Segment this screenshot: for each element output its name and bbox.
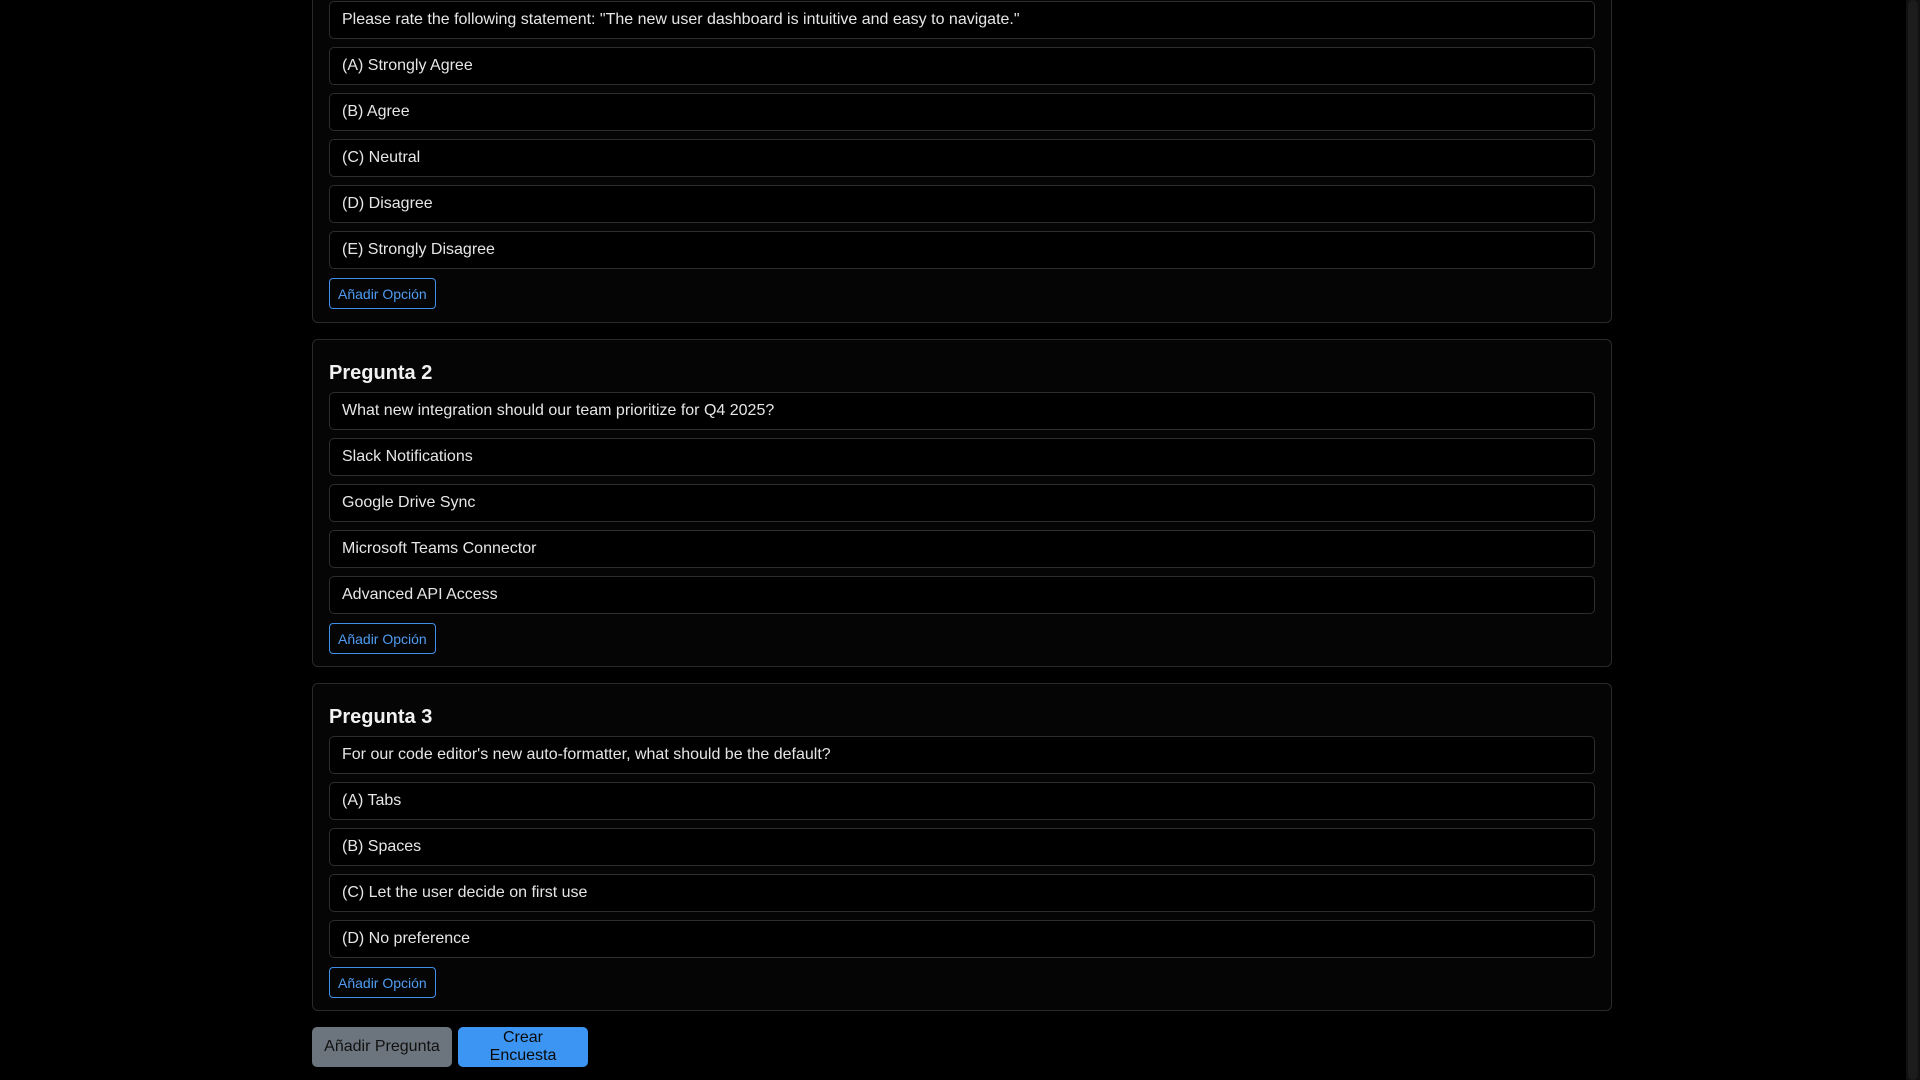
question-2-option-4-input[interactable] <box>329 576 1595 614</box>
question-3-option-d-input[interactable] <box>329 920 1595 958</box>
question-card-3: Pregunta 3 Añadir Opción <box>312 683 1612 1011</box>
question-1-option-a-input[interactable] <box>329 47 1595 85</box>
form-actions: Añadir Pregunta Crear Encuesta <box>312 1027 1612 1067</box>
question-1-option-c-input[interactable] <box>329 139 1595 177</box>
question-1-text-input[interactable] <box>329 1 1595 39</box>
question-1-option-b-input[interactable] <box>329 93 1595 131</box>
survey-form: Añadir Opción Pregunta 2 Añadir Opción P… <box>312 0 1612 1067</box>
question-2-add-option-button[interactable]: Añadir Opción <box>329 623 436 654</box>
survey-builder-page: Añadir Opción Pregunta 2 Añadir Opción P… <box>0 0 1920 1080</box>
question-2-option-3-input[interactable] <box>329 530 1595 568</box>
question-3-title: Pregunta 3 <box>329 706 433 728</box>
scrollbar-thumb[interactable] <box>1908 0 1918 1080</box>
question-card-2: Pregunta 2 Añadir Opción <box>312 339 1612 667</box>
question-2-option-2-input[interactable] <box>329 484 1595 522</box>
question-3-option-c-input[interactable] <box>329 874 1595 912</box>
question-2-option-1-input[interactable] <box>329 438 1595 476</box>
page-scrollbar[interactable] <box>1906 0 1920 1080</box>
question-3-option-a-input[interactable] <box>329 782 1595 820</box>
question-1-option-e-input[interactable] <box>329 231 1595 269</box>
question-1-option-d-input[interactable] <box>329 185 1595 223</box>
create-survey-button[interactable]: Crear Encuesta <box>458 1027 588 1067</box>
add-question-button[interactable]: Añadir Pregunta <box>312 1027 452 1067</box>
question-2-title: Pregunta 2 <box>329 362 433 384</box>
question-1-add-option-button[interactable]: Añadir Opción <box>329 278 436 309</box>
question-card-1: Añadir Opción <box>312 0 1612 323</box>
question-3-text-input[interactable] <box>329 736 1595 774</box>
question-3-add-option-button[interactable]: Añadir Opción <box>329 967 436 998</box>
question-2-text-input[interactable] <box>329 392 1595 430</box>
question-3-option-b-input[interactable] <box>329 828 1595 866</box>
